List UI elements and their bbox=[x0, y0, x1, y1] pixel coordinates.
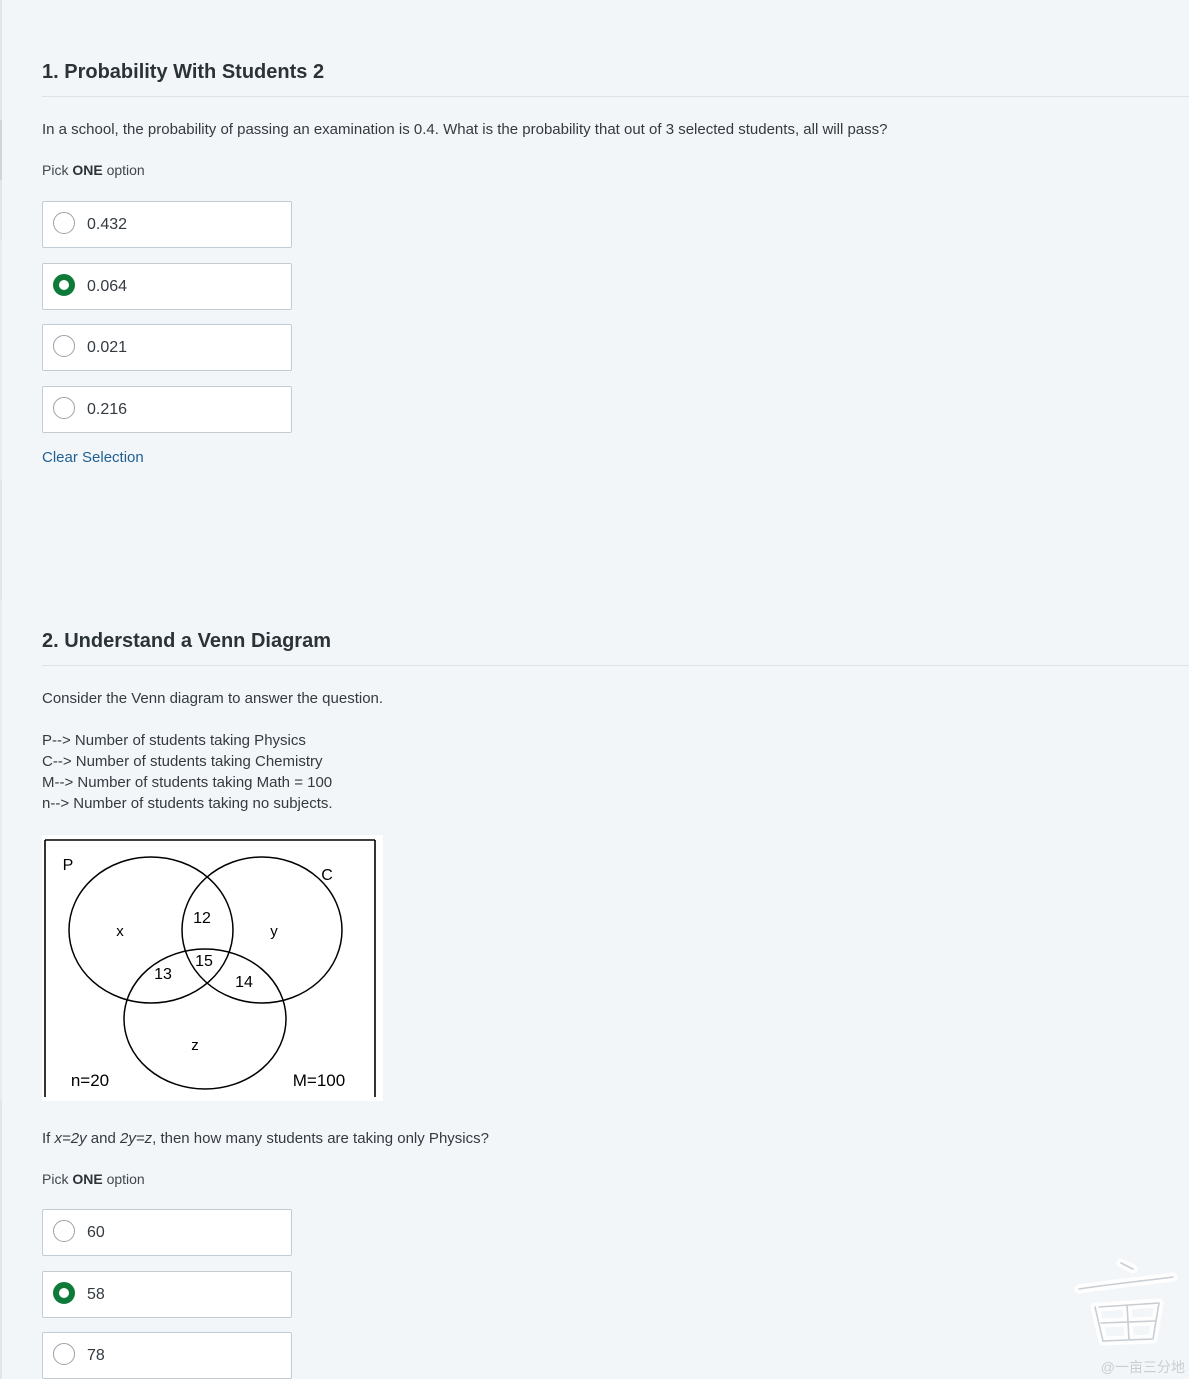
radio-button[interactable] bbox=[53, 335, 75, 357]
venn-region-pc: 12 bbox=[193, 910, 211, 927]
definition-m: M--> Number of students taking Math = 10… bbox=[42, 774, 333, 791]
venn-diagram: P C x y z 12 15 13 14 n=20 M=100 bbox=[42, 835, 383, 1101]
option-78[interactable]: 78 bbox=[42, 1332, 292, 1379]
radio-button[interactable] bbox=[53, 397, 75, 419]
venn-label-n: n=20 bbox=[71, 1071, 109, 1090]
rail-notch bbox=[0, 120, 2, 180]
option-60[interactable]: 60 bbox=[42, 1209, 292, 1256]
question-title: 1. Probability With Students 2 bbox=[42, 61, 325, 83]
venn-region-x: x bbox=[116, 923, 124, 940]
option-label: 0.432 bbox=[87, 216, 128, 233]
definitions-list: P--> Number of students taking Physics C… bbox=[42, 730, 333, 814]
title-divider bbox=[42, 665, 1189, 666]
title-divider bbox=[42, 96, 1189, 97]
option-label: 0.021 bbox=[87, 339, 128, 356]
option-label: 0.064 bbox=[87, 278, 128, 295]
option-0-021[interactable]: 0.021 bbox=[42, 324, 292, 371]
pick-instruction: Pick ONE option bbox=[42, 162, 145, 178]
radio-button[interactable] bbox=[53, 1220, 75, 1242]
question-text: In a school, the probability of passing … bbox=[42, 121, 888, 138]
definition-n: n--> Number of students taking no subjec… bbox=[42, 795, 333, 812]
radio-button[interactable] bbox=[53, 212, 75, 234]
venn-region-pm: 13 bbox=[154, 966, 172, 983]
definition-p: P--> Number of students taking Physics bbox=[42, 732, 306, 749]
watermark-text: @一亩三分地 bbox=[1100, 1359, 1185, 1375]
venn-circle-physics bbox=[68, 856, 234, 1004]
venn-circle-chemistry bbox=[181, 856, 343, 1004]
question-2: 2. Understand a Venn Diagram Consider th… bbox=[42, 627, 1189, 1379]
question-1: 1. Probability With Students 2 In a scho… bbox=[42, 58, 1189, 466]
question-title: 2. Understand a Venn Diagram bbox=[42, 630, 331, 652]
option-58[interactable]: 58 bbox=[42, 1271, 292, 1318]
venn-region-y: y bbox=[270, 923, 278, 940]
option-label: 78 bbox=[87, 1347, 105, 1364]
venn-label-m: M=100 bbox=[293, 1071, 345, 1090]
venn-region-cm: 14 bbox=[235, 974, 253, 991]
option-label: 60 bbox=[87, 1224, 105, 1241]
option-label: 0.216 bbox=[87, 401, 128, 418]
venn-label-c: C bbox=[321, 867, 333, 884]
venn-region-z: z bbox=[191, 1037, 199, 1054]
venn-circle-math bbox=[123, 948, 287, 1090]
question-text: If x=2y and 2y=z, then how many students… bbox=[42, 1130, 489, 1147]
option-0-216[interactable]: 0.216 bbox=[42, 386, 292, 433]
radio-button-selected[interactable] bbox=[53, 274, 75, 296]
rail-notch bbox=[0, 600, 2, 1100]
definition-c: C--> Number of students taking Chemistry bbox=[42, 753, 323, 770]
venn-region-pcm: 15 bbox=[195, 953, 213, 970]
watermark-glyph-icon bbox=[1074, 1258, 1178, 1346]
radio-button-selected[interactable] bbox=[53, 1282, 75, 1304]
pick-instruction: Pick ONE option bbox=[42, 1171, 145, 1187]
option-0-432[interactable]: 0.432 bbox=[42, 201, 292, 248]
option-label: 58 bbox=[87, 1286, 105, 1303]
clear-selection-link[interactable]: Clear Selection bbox=[42, 449, 144, 466]
rail-notch bbox=[0, 240, 2, 480]
option-0-064[interactable]: 0.064 bbox=[42, 263, 292, 310]
question-intro: Consider the Venn diagram to answer the … bbox=[42, 690, 384, 707]
radio-button[interactable] bbox=[53, 1343, 75, 1365]
venn-label-p: P bbox=[63, 857, 74, 874]
